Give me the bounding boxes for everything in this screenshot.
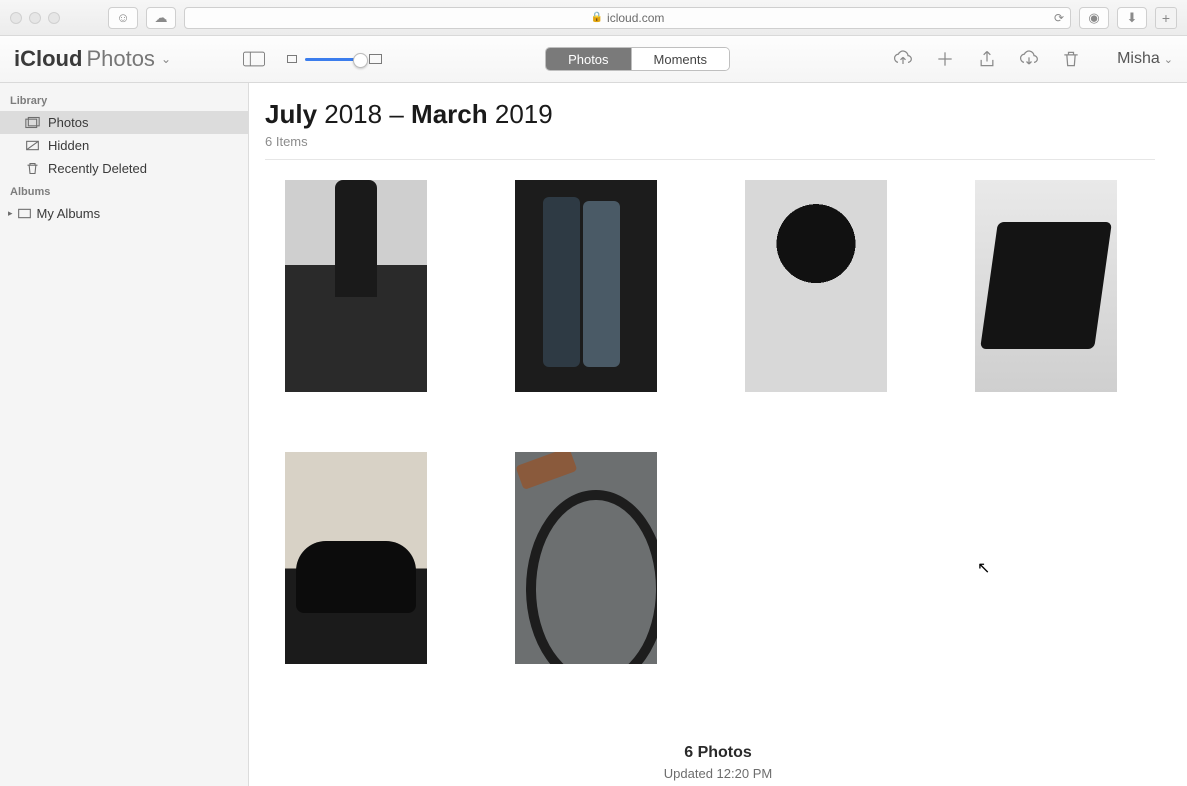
icloud-sync-button[interactable]: ☁ [146, 7, 176, 29]
privacy-report-button[interactable]: ☺ [108, 7, 138, 29]
sidebar: Library Photos Hidden Recently Deleted A… [0, 83, 249, 786]
thumb-large-icon [369, 54, 382, 64]
date-range-title: July 2018 – March 2019 [265, 99, 1171, 130]
add-icon[interactable] [935, 49, 955, 69]
photo-thumbnail[interactable] [515, 452, 657, 664]
share-icon[interactable] [977, 49, 997, 69]
app-toolbar: iCloud Photos ⌄ Photos Moments Misha ⌄ [0, 36, 1187, 83]
browser-toolbar: ☺ ☁ 🔒 icloud.com ⟳ ◉ ⬇ + [0, 0, 1187, 36]
upload-icon[interactable] [893, 49, 913, 69]
download-icon[interactable] [1019, 49, 1039, 69]
photo-thumbnail[interactable] [745, 180, 887, 392]
hidden-icon [24, 139, 40, 152]
new-tab-button[interactable]: + [1155, 7, 1177, 29]
downloads-button[interactable]: ⬇ [1117, 7, 1147, 29]
thumbnail-size-slider[interactable] [287, 54, 382, 64]
sidebar-item-recently-deleted[interactable]: Recently Deleted [0, 157, 248, 180]
window-controls [10, 12, 60, 24]
address-bar[interactable]: 🔒 icloud.com ⟳ [184, 7, 1071, 29]
sidebar-header-albums: Albums [0, 180, 248, 202]
password-button[interactable]: ◉ [1079, 7, 1109, 29]
right-toolbar: Misha ⌄ [893, 49, 1173, 69]
sidebar-item-label: Hidden [48, 138, 89, 153]
lock-icon: 🔒 [591, 12, 603, 23]
reload-icon[interactable]: ⟳ [1054, 11, 1064, 25]
photo-thumbnail[interactable] [515, 180, 657, 392]
account-menu[interactable]: Misha ⌄ [1117, 50, 1173, 68]
photo-grid [249, 160, 1187, 684]
photo-thumbnail[interactable] [975, 180, 1117, 392]
photo-thumbnail[interactable] [285, 452, 427, 664]
thumb-small-icon [287, 55, 297, 63]
item-count: 6 Items [265, 134, 1155, 160]
close-window-icon[interactable] [10, 12, 22, 24]
zoom-window-icon[interactable] [48, 12, 60, 24]
chevron-down-icon: ⌄ [161, 52, 171, 66]
summary-updated: Updated 12:20 PM [249, 766, 1187, 781]
sidebar-item-photos[interactable]: Photos [0, 111, 248, 134]
app-brand: iCloud [14, 46, 82, 72]
photo-thumbnail[interactable] [285, 180, 427, 392]
tab-moments[interactable]: Moments [631, 48, 729, 70]
account-name: Misha [1117, 50, 1160, 68]
photos-stack-icon [24, 116, 40, 129]
sidebar-item-label: Photos [48, 115, 88, 130]
slider-track[interactable] [305, 58, 361, 61]
trash-icon [24, 162, 40, 175]
sidebar-item-label: My Albums [37, 206, 101, 221]
main-content: July 2018 – March 2019 6 Items 6 Photos … [249, 83, 1187, 786]
tab-photos[interactable]: Photos [546, 48, 630, 70]
sidebar-header-library: Library [0, 89, 248, 111]
album-icon [17, 207, 33, 220]
app-section: Photos [86, 46, 155, 72]
chevron-down-icon: ⌄ [1164, 53, 1173, 66]
toggle-sidebar-button[interactable] [241, 49, 267, 69]
disclosure-triangle-icon[interactable]: ▸ [8, 208, 13, 219]
address-domain: icloud.com [607, 11, 664, 25]
summary-count: 6 Photos [249, 744, 1187, 762]
minimize-window-icon[interactable] [29, 12, 41, 24]
view-segmented-control: Photos Moments [545, 47, 730, 71]
delete-icon[interactable] [1061, 49, 1081, 69]
sidebar-item-hidden[interactable]: Hidden [0, 134, 248, 157]
library-summary: 6 Photos Updated 12:20 PM [249, 744, 1187, 781]
sidebar-item-my-albums[interactable]: ▸ My Albums [0, 202, 248, 225]
sidebar-item-label: Recently Deleted [48, 161, 147, 176]
app-title-menu[interactable]: iCloud Photos ⌄ [14, 46, 171, 72]
